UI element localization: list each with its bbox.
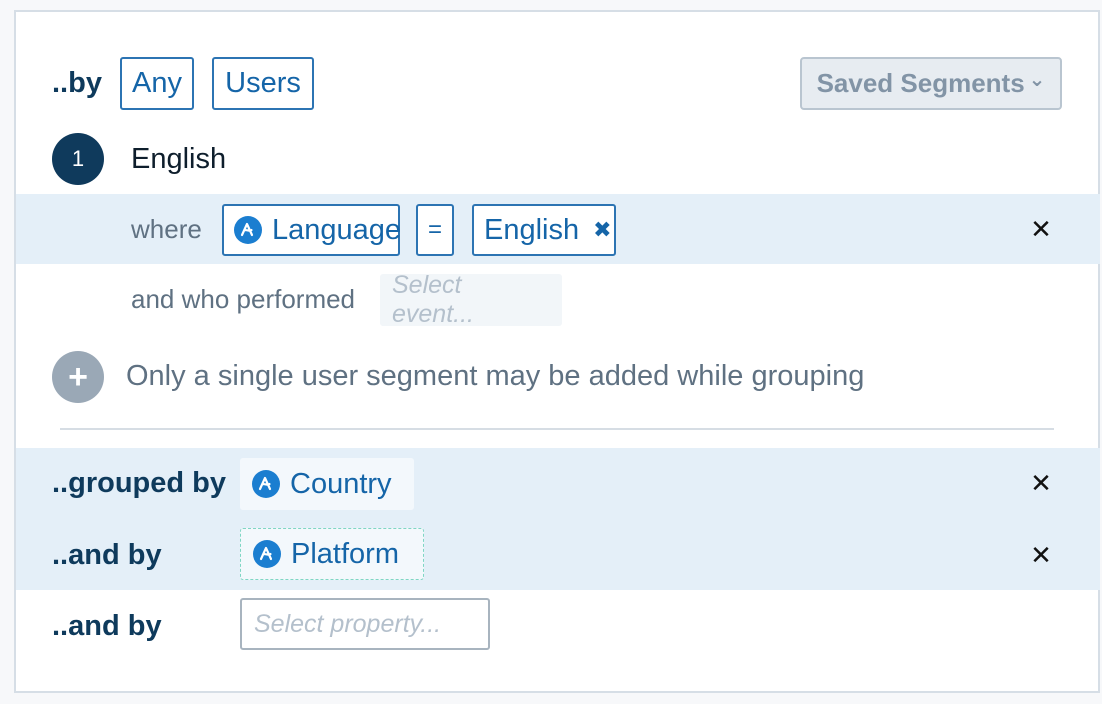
amplitude-icon	[252, 470, 280, 498]
segment-name[interactable]: English	[131, 142, 226, 176]
value-label: English	[484, 213, 580, 246]
amplitude-icon	[234, 216, 262, 244]
segment-step-number: 1	[52, 133, 104, 185]
value-chip-english[interactable]: English ✖	[472, 204, 616, 256]
and-by-label: ..and by	[52, 539, 162, 571]
operator-button[interactable]: =	[416, 204, 454, 256]
group-property-platform[interactable]: Platform	[240, 528, 424, 580]
remove-group-country-icon[interactable]: ✕	[1024, 466, 1058, 500]
remove-filter-icon[interactable]: ✕	[1024, 212, 1058, 246]
segmentation-panel	[14, 10, 1100, 693]
chevron-down-icon: ⌄	[1028, 69, 1046, 91]
saved-segments-dropdown[interactable]: Saved Segments ⌄	[800, 57, 1062, 110]
users-button[interactable]: Users	[212, 57, 314, 110]
group-property-country-label: Country	[290, 467, 392, 500]
group-property-country[interactable]: Country	[240, 458, 414, 510]
section-divider	[60, 428, 1054, 430]
remove-group-platform-icon[interactable]: ✕	[1024, 538, 1058, 572]
add-segment-notice: Only a single user segment may be added …	[126, 360, 865, 392]
by-label: ..by	[52, 67, 102, 99]
group-property-platform-label: Platform	[291, 537, 399, 570]
where-label: where	[131, 214, 202, 244]
language-property-chip[interactable]: Language	[222, 204, 402, 256]
select-property-input[interactable]: Select property...	[240, 598, 490, 650]
and-by-label-empty: ..and by	[52, 610, 162, 642]
amplitude-icon	[253, 540, 281, 568]
add-segment-icon[interactable]: +	[52, 351, 104, 403]
language-property-label: Language	[272, 213, 402, 246]
saved-segments-label: Saved Segments	[816, 68, 1025, 98]
grouped-by-label: ..grouped by	[52, 467, 226, 499]
performed-label: and who performed	[131, 284, 356, 314]
any-button[interactable]: Any	[120, 57, 194, 110]
remove-value-icon[interactable]: ✖	[593, 217, 611, 243]
select-event-input[interactable]: Select event...	[380, 271, 562, 328]
